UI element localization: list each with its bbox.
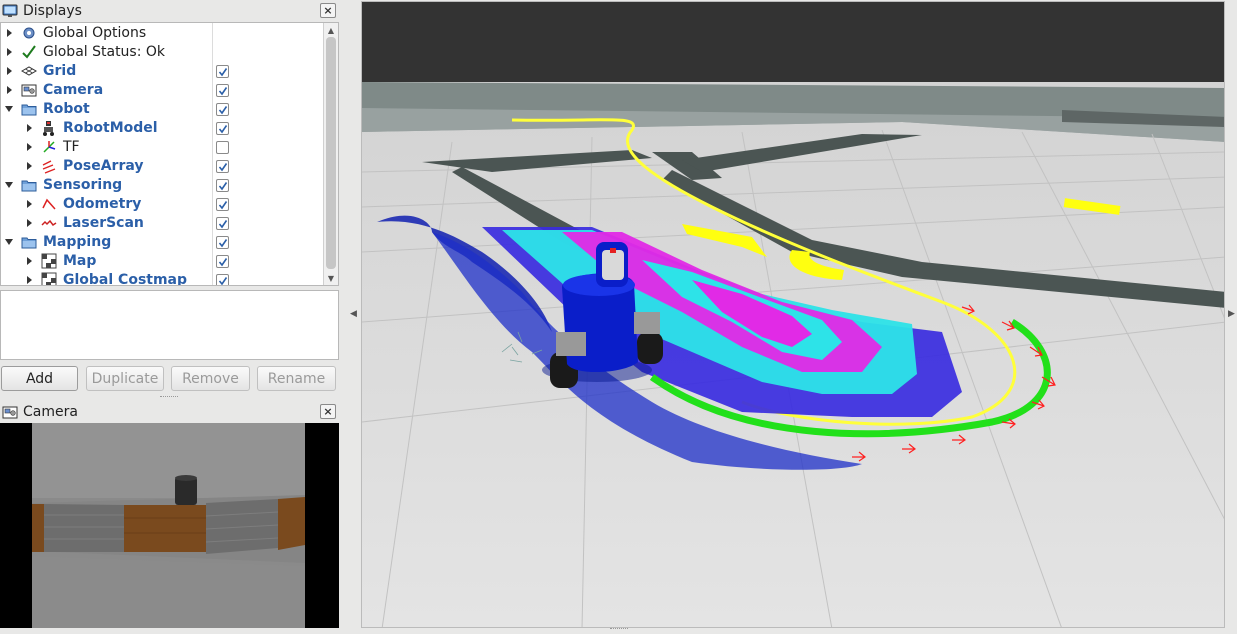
display-item[interactable]: TF [1,138,323,157]
rename-button[interactable]: Rename [257,366,336,391]
display-item-label: Grid [43,63,77,79]
map-icon [41,272,57,285]
splitter-handle[interactable] [160,396,178,399]
display-item-label: Robot [43,101,90,117]
expanded-arrow-icon[interactable] [5,237,13,247]
scrollbar-thumb[interactable] [326,37,336,269]
robot-model-icon [41,120,57,136]
display-item[interactable]: Robot [1,100,323,119]
bottom-splitter-handle[interactable] [610,628,628,631]
display-item-label: RobotModel [63,120,158,136]
camera-image-view [0,423,339,628]
display-item[interactable]: Sensoring [1,176,323,195]
duplicate-button[interactable]: Duplicate [86,366,164,391]
expanded-arrow-icon[interactable] [5,104,13,114]
display-item-label: TF [63,139,80,155]
display-item[interactable]: Global Costmap [1,271,323,286]
scene-canvas [362,2,1224,627]
3d-render-view[interactable] [361,1,1225,628]
display-item-label: Global Options [43,25,147,41]
enable-checkbox[interactable] [216,141,229,154]
enable-checkbox[interactable] [216,179,229,192]
enable-checkbox[interactable] [216,217,229,230]
enable-checkbox[interactable] [216,198,229,211]
display-item-label: Mapping [43,234,112,250]
monitor-icon [2,4,18,17]
collapsed-arrow-icon[interactable] [25,161,33,171]
tf-icon [41,139,57,155]
display-item-label: Odometry [63,196,142,212]
display-item[interactable]: PoseArray [1,157,323,176]
display-item[interactable]: RobotModel [1,119,323,138]
enable-checkbox[interactable] [216,65,229,78]
folder-icon [21,177,37,193]
camera-panel-header: Camera × [0,402,339,422]
displays-scrollbar[interactable]: ▲ ▼ [323,23,338,285]
collapsed-arrow-icon[interactable] [25,275,33,285]
collapsed-arrow-icon[interactable] [5,66,13,76]
display-item[interactable]: Global Status: Ok [1,43,323,62]
display-item-label: LaserScan [63,215,144,231]
enable-checkbox[interactable] [216,236,229,249]
map-icon [41,253,57,269]
collapse-left-icon[interactable]: ◀ [350,309,357,319]
camera-icon [21,82,37,98]
camera-panel-title: Camera [23,404,78,420]
enable-checkbox[interactable] [216,103,229,116]
enable-checkbox[interactable] [216,255,229,268]
display-item[interactable]: LaserScan [1,214,323,233]
collapsed-arrow-icon[interactable] [25,256,33,266]
displays-close-button[interactable]: × [320,3,336,18]
gear-icon [21,25,37,41]
display-item[interactable]: Odometry [1,195,323,214]
checkmark-icon [21,44,37,60]
collapsed-arrow-icon[interactable] [5,28,13,38]
displays-tree[interactable]: Global Options Global Status: Ok Grid Camer… [0,22,339,286]
laser-scan-icon [41,215,57,231]
folder-icon [21,101,37,117]
display-item-label: Map [63,253,97,269]
display-item[interactable]: Mapping [1,233,323,252]
remove-button[interactable]: Remove [171,366,250,391]
collapsed-arrow-icon[interactable] [25,142,33,152]
camera-close-button[interactable]: × [320,404,336,419]
expanded-arrow-icon[interactable] [5,180,13,190]
scroll-up-icon[interactable]: ▲ [324,24,338,36]
pose-array-icon [41,158,57,174]
camera-scene [0,423,339,628]
displays-panel-title: Displays [23,3,82,19]
collapse-right-icon[interactable]: ▶ [1228,309,1235,319]
display-item[interactable]: Map [1,252,323,271]
display-item[interactable]: Grid [1,62,323,81]
collapsed-arrow-icon[interactable] [25,218,33,228]
collapsed-arrow-icon[interactable] [25,199,33,209]
enable-checkbox[interactable] [216,274,229,285]
display-item-label: PoseArray [63,158,144,174]
folder-icon [21,234,37,250]
display-item[interactable]: Global Options [1,24,323,43]
rviz-window: Displays × Global Options Global Status: … [0,0,1237,634]
display-item-label: Global Status: Ok [43,44,166,60]
enable-checkbox[interactable] [216,84,229,97]
displays-panel-header: Displays × [0,1,339,21]
grid-icon [20,63,38,79]
display-item-label: Global Costmap [63,272,188,286]
scroll-down-icon[interactable]: ▼ [324,272,338,284]
display-item-label: Sensoring [43,177,123,193]
camera-icon [2,406,18,419]
add-button[interactable]: Add [1,366,78,391]
collapsed-arrow-icon[interactable] [25,123,33,133]
display-item[interactable]: Camera [1,81,323,100]
enable-checkbox[interactable] [216,122,229,135]
odometry-icon [41,196,57,212]
enable-checkbox[interactable] [216,160,229,173]
display-item-label: Camera [43,82,104,98]
display-description-box [0,290,339,360]
collapsed-arrow-icon[interactable] [5,85,13,95]
collapsed-arrow-icon[interactable] [5,47,13,57]
